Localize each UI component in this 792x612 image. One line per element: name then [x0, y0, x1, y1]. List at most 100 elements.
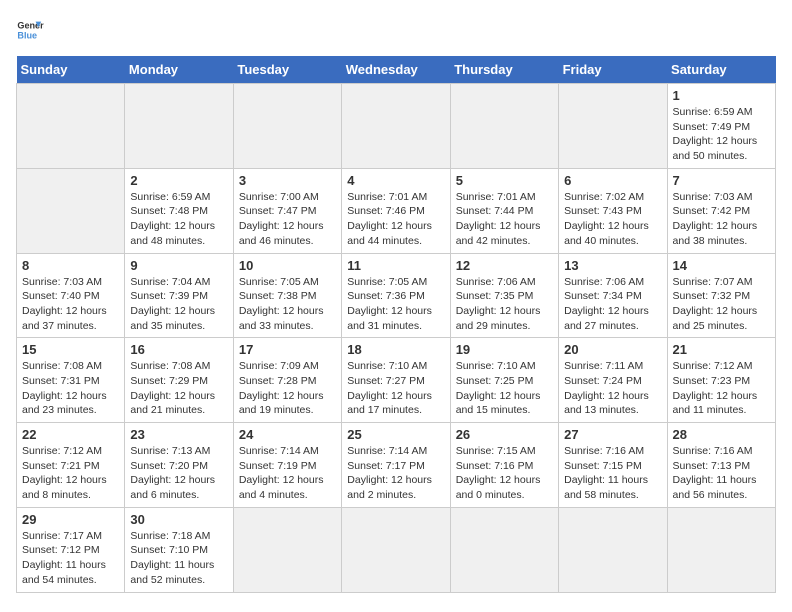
column-header-friday: Friday: [559, 56, 667, 84]
logo: General Blue: [16, 16, 48, 44]
calendar-cell: 16 Sunrise: 7:08 AM Sunset: 7:29 PM Dayli…: [125, 338, 233, 423]
day-info: Sunrise: 7:16 AM Sunset: 7:15 PM Dayligh…: [564, 444, 661, 503]
logo-icon: General Blue: [16, 16, 44, 44]
calendar-cell: 2 Sunrise: 6:59 AM Sunset: 7:48 PM Daylig…: [125, 168, 233, 253]
calendar-cell: 8Sunrise: 7:03 AM Sunset: 7:40 PM Daylig…: [17, 253, 125, 338]
calendar-cell: 26 Sunrise: 7:15 AM Sunset: 7:16 PM Dayli…: [450, 423, 558, 508]
calendar-week-5: 29 Sunrise: 7:17 AM Sunset: 7:12 PM Dayli…: [17, 507, 776, 592]
day-number: 9: [130, 258, 227, 273]
day-number: 4: [347, 173, 444, 188]
calendar-cell: [233, 507, 341, 592]
day-number: 14: [673, 258, 770, 273]
day-info: Sunrise: 7:03 AM Sunset: 7:42 PM Dayligh…: [673, 190, 770, 249]
day-number: 23: [130, 427, 227, 442]
calendar-cell: [125, 84, 233, 169]
calendar-cell: [450, 507, 558, 592]
day-number: 20: [564, 342, 661, 357]
day-info: Sunrise: 7:15 AM Sunset: 7:16 PM Dayligh…: [456, 444, 553, 503]
calendar-cell: 11Sunrise: 7:05 AM Sunset: 7:36 PM Dayli…: [342, 253, 450, 338]
calendar-cell: 13 Sunrise: 7:06 AM Sunset: 7:34 PM Dayli…: [559, 253, 667, 338]
calendar-cell: [559, 507, 667, 592]
day-number: 18: [347, 342, 444, 357]
day-number: 5: [456, 173, 553, 188]
calendar-cell: 28 Sunrise: 7:16 AM Sunset: 7:13 PM Dayli…: [667, 423, 775, 508]
day-number: 13: [564, 258, 661, 273]
day-number: 17: [239, 342, 336, 357]
day-info: Sunrise: 7:01 AM Sunset: 7:46 PM Dayligh…: [347, 190, 444, 249]
column-header-tuesday: Tuesday: [233, 56, 341, 84]
calendar-cell: 18 Sunrise: 7:10 AM Sunset: 7:27 PM Dayli…: [342, 338, 450, 423]
column-header-thursday: Thursday: [450, 56, 558, 84]
calendar-cell: 10 Sunrise: 7:05 AM Sunset: 7:38 PM Dayli…: [233, 253, 341, 338]
day-number: 3: [239, 173, 336, 188]
calendar-cell: 24Sunrise: 7:14 AM Sunset: 7:19 PM Dayli…: [233, 423, 341, 508]
day-info: Sunrise: 7:18 AM Sunset: 7:10 PM Dayligh…: [130, 529, 227, 588]
calendar-week-2: 8Sunrise: 7:03 AM Sunset: 7:40 PM Daylig…: [17, 253, 776, 338]
day-info: Sunrise: 7:10 AM Sunset: 7:25 PM Dayligh…: [456, 359, 553, 418]
calendar-cell: 17Sunrise: 7:09 AM Sunset: 7:28 PM Dayli…: [233, 338, 341, 423]
calendar-cell: [342, 84, 450, 169]
svg-text:Blue: Blue: [17, 30, 37, 40]
day-number: 10: [239, 258, 336, 273]
column-header-wednesday: Wednesday: [342, 56, 450, 84]
calendar-cell: 19 Sunrise: 7:10 AM Sunset: 7:25 PM Dayli…: [450, 338, 558, 423]
calendar-cell: 23Sunrise: 7:13 AM Sunset: 7:20 PM Dayli…: [125, 423, 233, 508]
day-number: 8: [22, 258, 119, 273]
calendar-cell: 5 Sunrise: 7:01 AM Sunset: 7:44 PM Daylig…: [450, 168, 558, 253]
day-info: Sunrise: 7:04 AM Sunset: 7:39 PM Dayligh…: [130, 275, 227, 334]
calendar-cell: [17, 168, 125, 253]
day-info: Sunrise: 7:11 AM Sunset: 7:24 PM Dayligh…: [564, 359, 661, 418]
day-info: Sunrise: 7:12 AM Sunset: 7:21 PM Dayligh…: [22, 444, 119, 503]
day-info: Sunrise: 7:01 AM Sunset: 7:44 PM Dayligh…: [456, 190, 553, 249]
calendar-cell: 7 Sunrise: 7:03 AM Sunset: 7:42 PM Daylig…: [667, 168, 775, 253]
calendar-cell: [342, 507, 450, 592]
day-number: 7: [673, 173, 770, 188]
calendar-cell: 22 Sunrise: 7:12 AM Sunset: 7:21 PM Dayli…: [17, 423, 125, 508]
day-number: 16: [130, 342, 227, 357]
day-info: Sunrise: 7:08 AM Sunset: 7:29 PM Dayligh…: [130, 359, 227, 418]
day-number: 22: [22, 427, 119, 442]
day-number: 27: [564, 427, 661, 442]
day-number: 26: [456, 427, 553, 442]
day-info: Sunrise: 7:07 AM Sunset: 7:32 PM Dayligh…: [673, 275, 770, 334]
day-info: Sunrise: 6:59 AM Sunset: 7:48 PM Dayligh…: [130, 190, 227, 249]
calendar-cell: 3 Sunrise: 7:00 AM Sunset: 7:47 PM Daylig…: [233, 168, 341, 253]
calendar-cell: [450, 84, 558, 169]
day-info: Sunrise: 7:06 AM Sunset: 7:34 PM Dayligh…: [564, 275, 661, 334]
calendar-cell: 15 Sunrise: 7:08 AM Sunset: 7:31 PM Dayli…: [17, 338, 125, 423]
calendar-cell: 20 Sunrise: 7:11 AM Sunset: 7:24 PM Dayli…: [559, 338, 667, 423]
calendar-cell: [17, 84, 125, 169]
day-info: Sunrise: 7:12 AM Sunset: 7:23 PM Dayligh…: [673, 359, 770, 418]
calendar-table: SundayMondayTuesdayWednesdayThursdayFrid…: [16, 56, 776, 593]
day-info: Sunrise: 7:16 AM Sunset: 7:13 PM Dayligh…: [673, 444, 770, 503]
day-number: 19: [456, 342, 553, 357]
calendar-cell: 25 Sunrise: 7:14 AM Sunset: 7:17 PM Dayli…: [342, 423, 450, 508]
calendar-week-1: 2 Sunrise: 6:59 AM Sunset: 7:48 PM Daylig…: [17, 168, 776, 253]
day-info: Sunrise: 7:17 AM Sunset: 7:12 PM Dayligh…: [22, 529, 119, 588]
calendar-cell: 14 Sunrise: 7:07 AM Sunset: 7:32 PM Dayli…: [667, 253, 775, 338]
day-number: 12: [456, 258, 553, 273]
day-info: Sunrise: 7:05 AM Sunset: 7:36 PM Dayligh…: [347, 275, 444, 334]
day-number: 29: [22, 512, 119, 527]
calendar-cell: 4 Sunrise: 7:01 AM Sunset: 7:46 PM Daylig…: [342, 168, 450, 253]
calendar-cell: 30Sunrise: 7:18 AM Sunset: 7:10 PM Dayli…: [125, 507, 233, 592]
day-info: Sunrise: 7:08 AM Sunset: 7:31 PM Dayligh…: [22, 359, 119, 418]
day-info: Sunrise: 6:59 AM Sunset: 7:49 PM Dayligh…: [673, 105, 770, 164]
day-info: Sunrise: 7:00 AM Sunset: 7:47 PM Dayligh…: [239, 190, 336, 249]
day-info: Sunrise: 7:06 AM Sunset: 7:35 PM Dayligh…: [456, 275, 553, 334]
day-info: Sunrise: 7:14 AM Sunset: 7:19 PM Dayligh…: [239, 444, 336, 503]
day-info: Sunrise: 7:05 AM Sunset: 7:38 PM Dayligh…: [239, 275, 336, 334]
calendar-cell: 6Sunrise: 7:02 AM Sunset: 7:43 PM Daylig…: [559, 168, 667, 253]
day-info: Sunrise: 7:14 AM Sunset: 7:17 PM Dayligh…: [347, 444, 444, 503]
day-number: 28: [673, 427, 770, 442]
calendar-week-4: 22 Sunrise: 7:12 AM Sunset: 7:21 PM Dayli…: [17, 423, 776, 508]
day-number: 25: [347, 427, 444, 442]
day-number: 2: [130, 173, 227, 188]
day-number: 1: [673, 88, 770, 103]
calendar-cell: [667, 507, 775, 592]
calendar-cell: 29 Sunrise: 7:17 AM Sunset: 7:12 PM Dayli…: [17, 507, 125, 592]
calendar-cell: 1 Sunrise: 6:59 AM Sunset: 7:49 PM Daylig…: [667, 84, 775, 169]
day-number: 15: [22, 342, 119, 357]
column-header-saturday: Saturday: [667, 56, 775, 84]
day-info: Sunrise: 7:10 AM Sunset: 7:27 PM Dayligh…: [347, 359, 444, 418]
